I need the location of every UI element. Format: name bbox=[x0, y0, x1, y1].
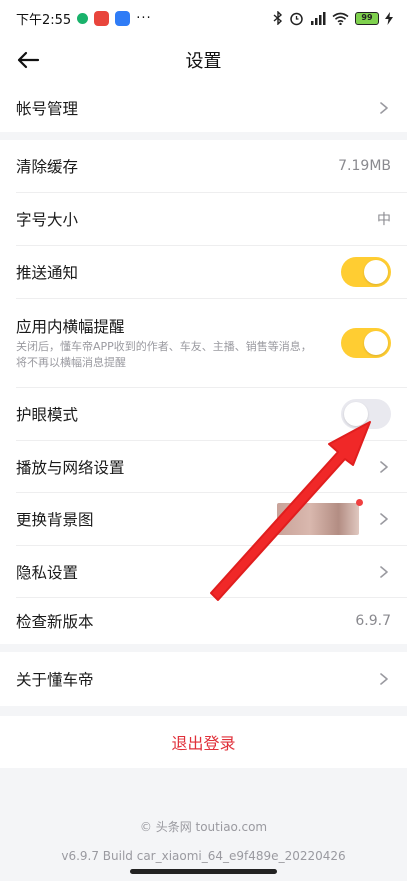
status-time: 下午2:55 bbox=[16, 12, 72, 28]
status-bar: 下午2:55 ··· 99 bbox=[0, 0, 407, 36]
chevron-right-icon bbox=[380, 460, 388, 473]
row-label: 隐私设置 bbox=[16, 563, 79, 582]
row-label: 应用内横幅提醒 bbox=[16, 318, 125, 336]
row-label: 字号大小 bbox=[16, 211, 79, 229]
settings-row-push: 推送通知 bbox=[0, 246, 407, 298]
settings-row-eye-care: 护眼模式 bbox=[0, 388, 407, 440]
battery-icon: 99 bbox=[355, 11, 379, 25]
row-label: 播放与网络设置 bbox=[16, 458, 125, 477]
app-notification-icon bbox=[94, 10, 110, 26]
version-value: 6.9.7 bbox=[355, 613, 391, 629]
app-notification-icon-2 bbox=[115, 10, 131, 26]
font-size-value: 中 bbox=[377, 212, 391, 228]
settings-row-playback-network[interactable]: 播放与网络设置 bbox=[0, 441, 407, 492]
row-label: 更换背景图 bbox=[16, 511, 94, 529]
toggle-knob bbox=[344, 402, 368, 426]
row-label: 清除缓存 bbox=[16, 158, 79, 176]
more-notifications-icon: ··· bbox=[136, 10, 152, 26]
section-about: 关于懂车帝 bbox=[0, 652, 407, 706]
settings-row-font-size[interactable]: 字号大小 中 bbox=[0, 193, 407, 245]
arrow-left-icon bbox=[17, 51, 40, 69]
row-label: 关于懂车帝 bbox=[16, 671, 94, 689]
eye-care-toggle[interactable] bbox=[341, 399, 391, 429]
new-badge-dot bbox=[356, 499, 363, 506]
alarm-icon bbox=[290, 12, 303, 25]
background-thumbnail bbox=[277, 499, 363, 535]
signal-icon bbox=[311, 11, 326, 25]
settings-row-account[interactable]: 帐号管理 bbox=[0, 84, 407, 132]
settings-row-banner: 应用内横幅提醒 关闭后，懂车帝APP收到的作者、车友、主播、销售等消息， 将不再… bbox=[0, 299, 407, 387]
toggle-knob bbox=[364, 331, 388, 355]
footer-build-info: v6.9.7 Build car_xiaomi_64_e9f489e_20220… bbox=[61, 849, 346, 863]
chevron-right-icon bbox=[380, 673, 388, 685]
wifi-icon bbox=[332, 12, 349, 25]
page-title: 设置 bbox=[185, 51, 222, 72]
row-label: 护眼模式 bbox=[16, 406, 79, 424]
back-button[interactable] bbox=[14, 46, 42, 74]
footer-copyright: © 头条网 toutiao.com bbox=[139, 820, 268, 834]
banner-description-line-1: 关闭后，懂车帝APP收到的作者、车友、主播、销售等消息， bbox=[16, 340, 312, 353]
chevron-right-icon bbox=[380, 513, 388, 525]
chevron-right-icon bbox=[380, 102, 388, 114]
banner-description-line-2: 将不再以横幅消息提醒 bbox=[16, 356, 126, 369]
settings-row-privacy[interactable]: 隐私设置 bbox=[0, 546, 407, 597]
row-label: 推送通知 bbox=[16, 264, 79, 282]
page-header: 设置 bbox=[0, 36, 407, 84]
chevron-right-icon bbox=[380, 565, 388, 578]
background-preview-group bbox=[277, 499, 391, 535]
settings-row-check-version[interactable]: 检查新版本 6.9.7 bbox=[0, 598, 407, 644]
footer: © 头条网 toutiao.com v6.9.7 Build car_xiaom… bbox=[0, 818, 407, 863]
settings-row-clear-cache[interactable]: 清除缓存 7.19MB bbox=[0, 140, 407, 192]
row-label: 帐号管理 bbox=[16, 100, 79, 118]
bluetooth-icon bbox=[273, 11, 283, 25]
home-indicator bbox=[130, 869, 277, 874]
logout-label: 退出登录 bbox=[171, 734, 236, 753]
settings-row-background[interactable]: 更换背景图 bbox=[0, 493, 407, 545]
banner-text-group: 应用内横幅提醒 关闭后，懂车帝APP收到的作者、车友、主播、销售等消息， 将不再… bbox=[16, 315, 312, 371]
charging-icon bbox=[385, 11, 393, 25]
cache-size-value: 7.19MB bbox=[338, 158, 391, 174]
toggle-knob bbox=[364, 260, 388, 284]
banner-reminder-toggle[interactable] bbox=[341, 328, 391, 358]
push-notification-toggle[interactable] bbox=[341, 257, 391, 287]
logout-button[interactable]: 退出登录 bbox=[0, 716, 407, 768]
row-label: 检查新版本 bbox=[16, 613, 94, 631]
section-account: 帐号管理 bbox=[0, 84, 407, 132]
settings-row-about[interactable]: 关于懂车帝 bbox=[0, 652, 407, 706]
section-general: 清除缓存 7.19MB 字号大小 中 推送通知 应用内横幅提醒 关闭后，懂车帝A… bbox=[0, 140, 407, 644]
notification-dot-icon bbox=[77, 12, 89, 24]
